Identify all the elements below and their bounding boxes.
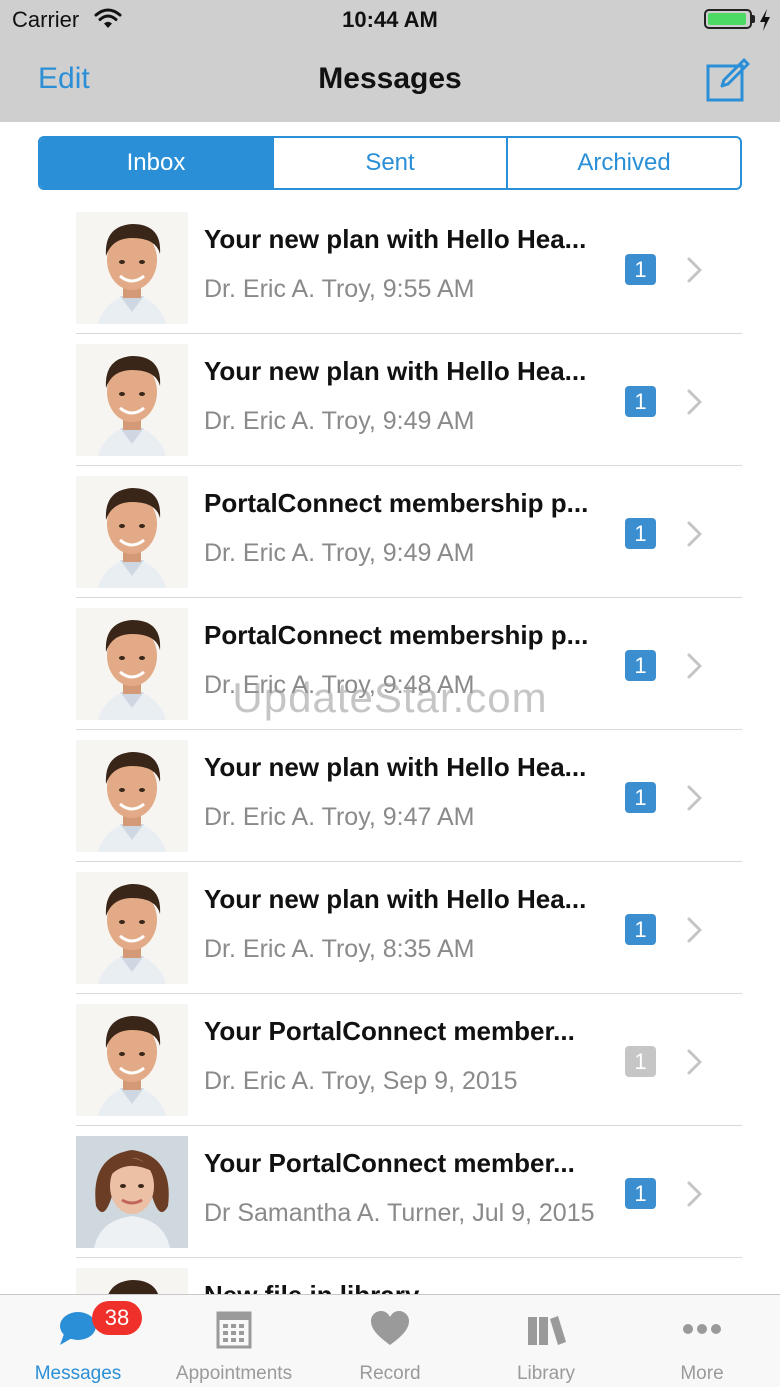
tab-library[interactable]: Library	[468, 1295, 624, 1387]
message-count-badge: 1	[625, 1178, 656, 1209]
message-count-badge: 1	[625, 1046, 656, 1077]
message-subject: PortalConnect membership p...	[204, 488, 589, 518]
message-row[interactable]: Your new plan with Hello Hea... Dr. Eric …	[76, 334, 742, 466]
calendar-icon	[216, 1311, 252, 1349]
top-bar: Carrier 10:44 AM Edit Messages	[0, 0, 780, 122]
message-subject: Your new plan with Hello Hea...	[204, 224, 587, 254]
tab-record[interactable]: Record	[312, 1295, 468, 1387]
segment-sent[interactable]: Sent	[274, 138, 508, 188]
message-sender-time: Dr. Eric A. Troy, 9:55 AM	[204, 275, 475, 303]
message-subject: Your PortalConnect member...	[204, 1148, 575, 1178]
message-count-badge: 1	[625, 254, 656, 285]
compose-icon[interactable]	[704, 56, 752, 104]
segment-inbox[interactable]: Inbox	[40, 138, 274, 188]
tab-label: Record	[359, 1363, 421, 1384]
message-list: Your new plan with Hello Hea... Dr. Eric …	[0, 202, 780, 1387]
message-count-badge: 1	[625, 782, 656, 813]
message-subject: Your new plan with Hello Hea...	[204, 356, 587, 386]
message-row[interactable]: Your PortalConnect member... Dr. Eric A. …	[76, 994, 742, 1126]
chevron-right-icon	[687, 257, 702, 283]
chevron-right-icon	[687, 653, 702, 679]
chevron-right-icon	[687, 389, 702, 415]
message-subject: Your PortalConnect member...	[204, 1016, 575, 1046]
tab-label: Library	[516, 1363, 576, 1384]
battery-icon	[704, 9, 752, 29]
tab-label: Messages	[34, 1363, 122, 1384]
doctor-male-avatar	[76, 344, 188, 456]
message-sender-time: Dr. Eric A. Troy, 9:47 AM	[204, 803, 475, 831]
segment-archived[interactable]: Archived	[508, 138, 740, 188]
status-bar: Carrier 10:44 AM	[0, 0, 780, 40]
tab-messages[interactable]: 38 Messages	[0, 1295, 156, 1387]
message-row[interactable]: Your new plan with Hello Hea... Dr. Eric …	[76, 862, 742, 994]
more-dots-icon	[683, 1324, 721, 1334]
books-icon	[528, 1316, 566, 1345]
message-count-badge: 1	[625, 518, 656, 549]
doctor-male-avatar	[76, 476, 188, 588]
heart-icon	[371, 1311, 409, 1345]
message-count-badge: 1	[625, 650, 656, 681]
message-subject: PortalConnect membership p...	[204, 620, 589, 650]
charging-bolt-icon	[760, 9, 770, 31]
unread-count-badge: 38	[92, 1301, 142, 1335]
doctor-male-avatar	[76, 1004, 188, 1116]
doctor-male-avatar	[76, 608, 188, 720]
tab-label: Appointments	[175, 1363, 293, 1384]
battery-tip	[752, 15, 755, 23]
message-sender-time: Dr. Eric A. Troy, 9:49 AM	[204, 539, 475, 567]
page-title: Messages	[318, 62, 462, 95]
message-row[interactable]: PortalConnect membership p... Dr. Eric A.…	[76, 466, 742, 598]
message-sender-time: Dr. Eric A. Troy, 9:48 AM	[204, 671, 475, 699]
chevron-right-icon	[687, 917, 702, 943]
message-count-badge: 1	[625, 386, 656, 417]
message-subject: Your new plan with Hello Hea...	[204, 752, 587, 782]
chevron-right-icon	[687, 785, 702, 811]
message-row[interactable]: Your new plan with Hello Hea... Dr. Eric …	[76, 730, 742, 862]
message-row[interactable]: Your PortalConnect member... Dr Samantha …	[76, 1126, 742, 1258]
message-sender-time: Dr Samantha A. Turner, Jul 9, 2015	[204, 1199, 595, 1227]
doctor-male-avatar	[76, 740, 188, 852]
doctor-male-avatar	[76, 872, 188, 984]
tab-bar: 38 Messages Appointments Record Library …	[0, 1294, 780, 1387]
chevron-right-icon	[687, 521, 702, 547]
message-subject: Your new plan with Hello Hea...	[204, 884, 587, 914]
message-row[interactable]: PortalConnect membership p... Dr. Eric A.…	[76, 598, 742, 730]
status-time: 10:44 AM	[342, 7, 438, 32]
chevron-right-icon	[687, 1049, 702, 1075]
message-row[interactable]: Your new plan with Hello Hea... Dr. Eric …	[76, 202, 742, 334]
mailbox-segmented-control: Inbox Sent Archived	[38, 136, 742, 190]
tab-label: More	[680, 1363, 724, 1384]
chevron-right-icon	[687, 1181, 702, 1207]
message-sender-time: Dr. Eric A. Troy, 8:35 AM	[204, 935, 475, 963]
tab-appointments[interactable]: Appointments	[156, 1295, 312, 1387]
messages-screen: Carrier 10:44 AM Edit Messages Inbox Sen…	[0, 0, 780, 1387]
message-sender-time: Dr. Eric A. Troy, 9:49 AM	[204, 407, 475, 435]
message-count-badge: 1	[625, 914, 656, 945]
doctor-female-avatar	[76, 1136, 188, 1248]
message-sender-time: Dr. Eric A. Troy, Sep 9, 2015	[204, 1067, 518, 1095]
doctor-male-avatar	[76, 212, 188, 324]
tab-more[interactable]: More	[624, 1295, 780, 1387]
